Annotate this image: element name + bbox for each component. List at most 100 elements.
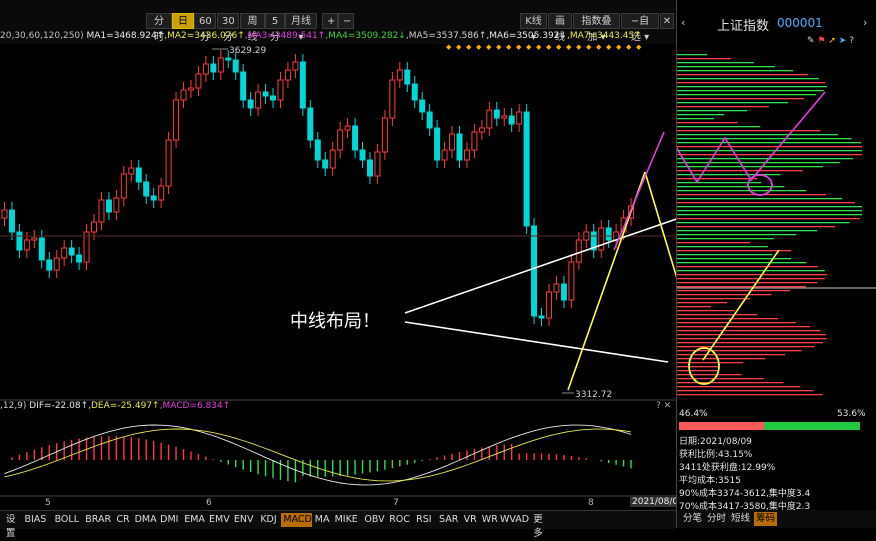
indicator-tab[interactable]: MA bbox=[313, 513, 330, 527]
candle-body bbox=[31, 237, 38, 241]
chip-bar bbox=[677, 278, 825, 280]
chip-bar bbox=[677, 78, 819, 80]
tab-chips[interactable]: 筹码 bbox=[754, 512, 778, 526]
tab-intraday[interactable]: 分时 bbox=[705, 512, 728, 526]
candle-body bbox=[113, 197, 120, 213]
indicator-tab[interactable]: KDJ bbox=[257, 513, 281, 527]
indicator-tab[interactable]: ROC bbox=[387, 513, 411, 527]
chip-bar bbox=[677, 322, 796, 324]
panel-tool-icons[interactable]: ✎ ⚑ ➚ ➤ ? bbox=[807, 36, 854, 46]
signal-diamond: ◆ bbox=[596, 43, 602, 51]
indicator-tab[interactable]: 更多 bbox=[529, 513, 546, 539]
tab-short-term[interactable]: 短线 bbox=[729, 512, 752, 526]
chip-bar bbox=[677, 154, 862, 156]
indicator-tab[interactable]: WVAD bbox=[498, 513, 529, 527]
chip-bar bbox=[677, 194, 826, 196]
chip-bar bbox=[677, 66, 775, 68]
macd-panel-controls[interactable]: ? ✕ bbox=[656, 401, 671, 411]
candle-body bbox=[560, 283, 567, 301]
indicator-tab[interactable]: MIKE bbox=[331, 513, 361, 527]
indicator-tab[interactable]: BOLL bbox=[52, 513, 82, 527]
candle-body bbox=[262, 91, 269, 97]
indicator-tab[interactable]: EMV bbox=[207, 513, 231, 527]
chip-bar bbox=[677, 86, 827, 88]
chip-distribution-chart bbox=[677, 54, 876, 396]
chip-bar bbox=[677, 82, 826, 84]
indicator-tab[interactable]: ENV bbox=[232, 513, 256, 527]
chip-bar bbox=[677, 346, 815, 348]
candle-body bbox=[486, 109, 493, 129]
signal-diamond: ◆ bbox=[516, 43, 522, 51]
candle-body bbox=[16, 231, 23, 251]
candle-body bbox=[553, 283, 560, 293]
indicator-tab[interactable]: EMA bbox=[182, 513, 206, 527]
chip-bar bbox=[677, 138, 852, 140]
candle-body bbox=[61, 247, 68, 259]
signal-diamond: ◆ bbox=[496, 43, 502, 51]
flag-icon: ⚑ bbox=[817, 36, 826, 46]
chip-bar bbox=[677, 70, 794, 72]
indicator-tab[interactable]: BIAS bbox=[20, 513, 50, 527]
indicator-tab[interactable]: CR bbox=[114, 513, 131, 527]
chip-distribution-panel: ‹ 上证指数 000001 › ✎ ⚑ ➚ ➤ ? 46.4% 53.6% 日期… bbox=[676, 0, 876, 528]
candle-body bbox=[76, 254, 83, 263]
chip-bar bbox=[677, 186, 785, 188]
candle-body bbox=[120, 173, 127, 199]
tab-ticks[interactable]: 分笔 bbox=[681, 512, 704, 526]
date-axis: 5 6 7 8 2021/08/0 bbox=[0, 497, 681, 509]
chip-bar bbox=[677, 122, 738, 124]
candle-body bbox=[68, 247, 75, 256]
candle-body bbox=[247, 99, 254, 109]
info-profit-ratio: 获利比例:43.15% bbox=[679, 450, 753, 460]
candle-body bbox=[143, 181, 150, 197]
chip-bar bbox=[677, 318, 779, 320]
indicator-tab[interactable]: DMA bbox=[133, 513, 157, 527]
candle-body bbox=[270, 95, 277, 101]
profit-pct-left: 46.4% bbox=[679, 409, 708, 419]
candle-body bbox=[292, 61, 299, 71]
chevron-left-icon[interactable]: ‹ bbox=[681, 16, 685, 29]
signal-diamond: ◆ bbox=[566, 43, 572, 51]
chip-bar bbox=[677, 310, 735, 312]
indicator-tab[interactable]: 设置 bbox=[2, 513, 19, 539]
info-avg-cost: 平均成本:3515 bbox=[679, 476, 741, 486]
candle-body bbox=[568, 261, 575, 301]
indicator-tab[interactable]: VR bbox=[462, 513, 479, 527]
candle-body bbox=[232, 59, 239, 73]
candle-body bbox=[478, 127, 485, 133]
chevron-right-icon[interactable]: › bbox=[863, 16, 867, 29]
indicator-tab[interactable]: MACD bbox=[281, 513, 312, 527]
chip-bar bbox=[677, 90, 824, 92]
chip-bar bbox=[677, 226, 836, 228]
indicator-tab[interactable]: DMI bbox=[157, 513, 181, 527]
macd-value: ,DEA=-25.497↑ bbox=[88, 401, 160, 411]
profit-bar-green bbox=[764, 422, 860, 430]
candle-body bbox=[98, 199, 105, 223]
chip-bar bbox=[677, 230, 818, 232]
chip-bar bbox=[677, 302, 727, 304]
candle-body bbox=[493, 109, 500, 119]
candle-body bbox=[441, 149, 448, 161]
indicator-tab[interactable]: SAR bbox=[437, 513, 461, 527]
chip-bar bbox=[677, 98, 805, 100]
chip-bar bbox=[677, 330, 821, 332]
chip-bar bbox=[677, 94, 817, 96]
chip-bar bbox=[677, 170, 803, 172]
candle-body bbox=[46, 259, 53, 271]
indicator-tab[interactable]: BRAR bbox=[83, 513, 113, 527]
candle-body bbox=[605, 227, 612, 241]
candle-body bbox=[202, 63, 209, 75]
candle-body bbox=[404, 69, 411, 85]
chip-bar bbox=[677, 390, 814, 392]
profit-pct-right: 53.6% bbox=[837, 409, 866, 419]
candle-body bbox=[128, 167, 135, 175]
index-name: 上证指数 bbox=[717, 19, 770, 34]
candle-body bbox=[337, 129, 344, 151]
indicator-tab[interactable]: OBV bbox=[362, 513, 386, 527]
indicator-tab[interactable]: RSI bbox=[412, 513, 436, 527]
chip-bar bbox=[677, 386, 801, 388]
macd-value: ,MACD=6.834↑ bbox=[159, 401, 231, 411]
indicator-tab[interactable]: WR bbox=[480, 513, 498, 527]
kline-chart[interactable]: 3629.29 3312.72 ◆ ◆ ◆ ◆ ◆ ◆ ◆ ◆ ◆ ◆ ◆ ◆ ◆ ◆ ◆ ◆ ◆ ◆ ◆ ◆ 中线布… bbox=[0, 0, 676, 528]
candle-body bbox=[173, 99, 180, 141]
